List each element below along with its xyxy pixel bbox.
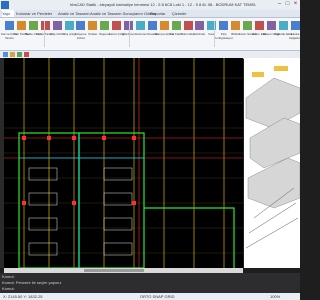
pan-icon[interactable] — [10, 52, 15, 57]
beams-icon — [88, 21, 98, 30]
title-bar: hbsCAD Statik - ideyayoli katmaliye kenm… — [0, 0, 300, 10]
wall-icon — [28, 21, 38, 30]
slab-icon — [76, 21, 86, 30]
formwork-icon — [171, 21, 181, 30]
drawing-icon — [195, 21, 205, 30]
scrollbar-thumb[interactable] — [84, 269, 144, 272]
extra-icon — [290, 21, 300, 30]
grid-icon — [5, 21, 14, 30]
3d-drawing[interactable] — [244, 58, 300, 268]
walls-icon — [147, 21, 157, 30]
add-column-icon — [183, 21, 193, 30]
tab-yapi[interactable]: Yapı — [2, 10, 14, 17]
view-icon — [135, 21, 145, 30]
ribbon-button-label: Ekstra Değerler — [289, 32, 301, 40]
zoom-level: 100% — [270, 294, 281, 299]
command-input[interactable]: Komut: — [2, 286, 182, 292]
ribbon-toolbar: Kat ve Kolon Tanımı Tüm Tarihler Perde Ciz… — [0, 18, 303, 51]
floor-icon — [100, 21, 110, 30]
ramp-icon — [159, 21, 169, 30]
ribbon-separator — [44, 21, 45, 47]
3d-viewport[interactable] — [244, 58, 300, 268]
tab-kolonlar[interactable]: Kolonlar ve Perdeler — [16, 10, 56, 17]
coordinates-readout: X: 2145.50 Y: 1832.25 — [3, 294, 43, 299]
ribbon-separator — [214, 21, 215, 47]
close-button[interactable]: × — [292, 1, 299, 8]
remain-icon — [278, 21, 288, 30]
config-icon — [219, 21, 229, 30]
maximize-button[interactable]: □ — [284, 1, 291, 8]
beam-icon — [52, 21, 62, 30]
column-add-icon — [254, 21, 264, 30]
plan-drawing[interactable] — [4, 58, 243, 268]
tab-raporlar[interactable]: Raporlar — [150, 10, 170, 17]
zoom-icon[interactable] — [17, 52, 22, 57]
tab-cizimler[interactable]: Çizimler — [172, 10, 194, 17]
plan-viewport[interactable] — [4, 58, 243, 268]
window-title: hbsCAD Statik - ideyayoli katmaliye kenm… — [70, 2, 257, 7]
line-icon — [64, 21, 74, 30]
ribbon-button[interactable]: Ekstra Değerler — [288, 20, 303, 48]
tab-analiz[interactable]: Analiz ve Tasarım — [58, 10, 90, 17]
axis-icon — [266, 21, 276, 30]
part-icon — [231, 21, 241, 30]
edge-icon — [112, 21, 122, 30]
ribbon-tabs: Yapı Kolonlar ve Perdeler Analiz ve Tasa… — [0, 10, 300, 18]
tab-sonuclar[interactable]: Analiz ve Tasarım Sonuçlarını Göster — [90, 10, 156, 17]
status-bar: X: 2145.50 Y: 1832.25 ORTO SNAP GRID 100… — [0, 293, 300, 300]
ribbon-separator — [129, 21, 130, 47]
column-icon — [40, 21, 50, 30]
calendar-icon — [16, 21, 26, 30]
mode-indicators[interactable]: ORTO SNAP GRID — [140, 293, 210, 300]
app-logo-icon — [1, 1, 9, 9]
select-icon[interactable] — [3, 52, 8, 57]
delete-icon[interactable] — [24, 52, 29, 57]
minimize-button[interactable]: – — [276, 1, 283, 8]
continuous-icon — [243, 21, 252, 30]
